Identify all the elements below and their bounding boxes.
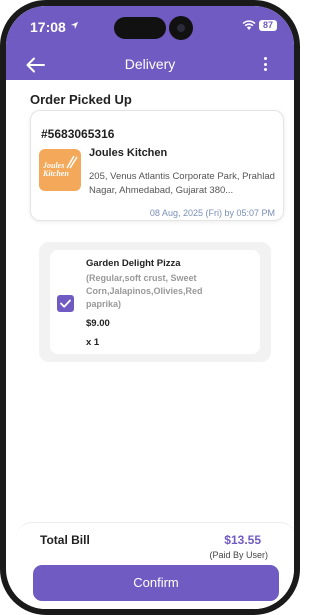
total-bill-amount: $13.55 (224, 533, 261, 547)
order-card: #5683065316 Joules Kitchen Joules Kitchen… (30, 110, 284, 221)
wifi-icon (242, 20, 256, 30)
item-name: Garden Delight Pizza (86, 258, 181, 269)
page-title: Delivery (124, 56, 176, 72)
paid-by-note: (Paid By User) (209, 550, 268, 560)
dynamic-island (114, 17, 166, 39)
order-status-heading: Order Picked Up (30, 92, 132, 107)
home-indicator (121, 610, 191, 614)
total-bill-label: Total Bill (40, 533, 90, 547)
more-options-icon[interactable] (264, 57, 268, 74)
chopsticks-icon (66, 155, 78, 169)
item-price: $9.00 (86, 318, 110, 329)
location-arrow-icon (70, 21, 79, 30)
side-button-right (296, 185, 300, 250)
side-button-left (0, 120, 4, 144)
restaurant-address: 205, Venus Atlantis Corporate Park, Prah… (89, 171, 275, 196)
restaurant-name: Joules Kitchen (89, 147, 168, 159)
camera-icon (169, 16, 193, 40)
checkmark-icon (60, 299, 71, 308)
item-quantity: x 1 (86, 337, 100, 348)
item-checkbox[interactable] (57, 295, 74, 312)
restaurant-logo: Joules Kitchen (39, 149, 81, 191)
order-date: 08 Aug, 2025 (Fri) by 05:07 PM (149, 208, 275, 218)
confirm-button[interactable]: Confirm (33, 565, 279, 601)
order-id: #5683065316 (41, 127, 115, 141)
side-button-left (0, 165, 4, 210)
status-time: 17:08 (30, 19, 66, 35)
battery-icon: 87 (259, 20, 277, 31)
phone-frame: 17:08 87 Delivery Order Picked Up #56830… (0, 0, 300, 615)
app-bar: Delivery (6, 50, 294, 80)
status-bar: 17:08 87 (6, 6, 294, 50)
item-description: (Regular,soft crust, Sweet Corn,Jalapino… (86, 273, 203, 309)
